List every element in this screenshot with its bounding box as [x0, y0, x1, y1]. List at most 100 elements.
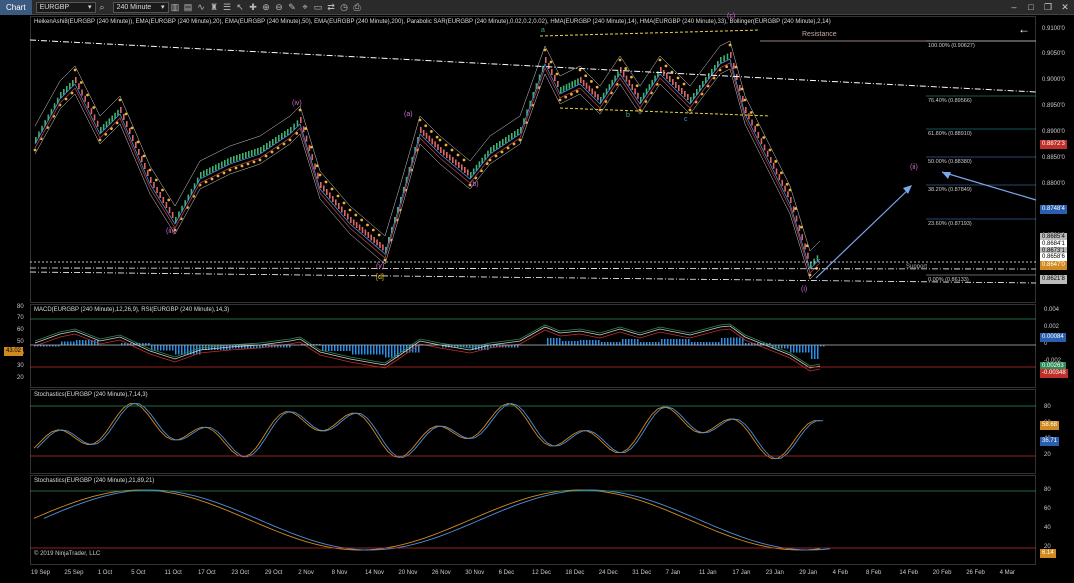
back-arrow-icon[interactable]: ← — [1018, 22, 1030, 36]
candle — [434, 141, 436, 148]
sar-dot — [354, 213, 358, 217]
macd-histogram-bar — [331, 345, 333, 351]
candle — [757, 132, 760, 138]
price-axis-label: 0.9050'0 — [1042, 51, 1065, 57]
macd-histogram-bar — [355, 345, 357, 355]
macd-histogram-bar — [388, 345, 390, 358]
candle — [314, 163, 316, 170]
sar-dot — [780, 171, 783, 175]
sar-dot — [430, 130, 433, 133]
candle — [681, 88, 683, 94]
candle — [420, 127, 422, 133]
candle — [669, 76, 671, 82]
resistance-trendline[interactable] — [29, 39, 1037, 93]
candle — [254, 149, 256, 155]
candle — [499, 141, 501, 147]
candle — [347, 213, 349, 220]
candle — [455, 159, 457, 166]
wave-label-b: b — [626, 112, 630, 119]
candle — [352, 219, 355, 226]
candle — [571, 81, 574, 88]
projection-arrow-1[interactable] — [815, 187, 911, 279]
candle — [443, 149, 445, 156]
candle — [574, 79, 576, 86]
candle — [323, 185, 325, 192]
candle — [171, 212, 174, 218]
candle — [81, 89, 83, 96]
candle — [287, 129, 289, 135]
support-line-2[interactable] — [29, 267, 1037, 270]
sar-dot — [210, 177, 214, 181]
candle — [594, 91, 596, 98]
candle — [209, 167, 211, 174]
candle — [275, 137, 277, 143]
sar-dot — [222, 171, 226, 175]
candle — [218, 163, 220, 169]
candle — [446, 152, 448, 158]
candle — [156, 187, 158, 193]
sar-dot — [618, 58, 622, 62]
macd-histogram-bar — [214, 345, 216, 350]
sar-dot — [246, 162, 250, 166]
candle — [726, 53, 729, 60]
candle — [751, 119, 753, 126]
date-axis-label: 8 Feb — [866, 570, 882, 576]
wave-label-ii: (ii) — [910, 164, 918, 171]
date-axis-label: 11 Oct — [164, 570, 182, 576]
macd-histogram-bar — [670, 339, 672, 346]
candle — [760, 138, 763, 145]
candle — [464, 167, 466, 173]
candle — [490, 147, 492, 153]
macd-value-tag: -0.00348 — [1040, 369, 1068, 378]
macd-histogram-bar — [340, 345, 342, 351]
sar-dot — [688, 108, 692, 112]
candle — [562, 85, 565, 92]
resistance-label: Resistance — [802, 31, 837, 38]
date-axis-label: 26 Nov — [431, 570, 451, 576]
sar-dot — [33, 148, 37, 152]
candle — [260, 147, 262, 153]
macd-histogram-bar — [373, 345, 375, 355]
candle — [281, 133, 283, 139]
sar-dot — [148, 168, 152, 172]
support-line-3[interactable] — [29, 271, 1037, 284]
candle — [585, 82, 588, 89]
date-axis-label: 11 Jan — [699, 570, 717, 576]
candle — [467, 169, 469, 176]
candle — [723, 55, 725, 62]
candle — [493, 145, 495, 151]
candle — [687, 94, 689, 100]
macd-histogram-bar — [172, 345, 174, 351]
macd-histogram-bar — [673, 339, 675, 346]
candle — [367, 232, 370, 238]
macd-histogram-bar — [346, 345, 348, 351]
candle — [141, 156, 143, 162]
rsi-line — [34, 325, 821, 369]
channel-top-line[interactable] — [539, 29, 761, 37]
candle — [200, 172, 202, 178]
projection-arrow-2[interactable] — [941, 171, 1037, 201]
candle — [678, 85, 680, 91]
candle — [778, 174, 781, 181]
candle — [233, 156, 235, 162]
channel-bottom-line[interactable] — [559, 107, 771, 117]
macd-histogram-bar — [664, 339, 666, 346]
sar-dot — [258, 158, 262, 162]
candle — [90, 108, 93, 115]
candle — [449, 154, 451, 161]
macd-histogram-bar — [385, 345, 387, 358]
macd-histogram-bar — [814, 345, 816, 359]
rsi-axis-label: 20 — [17, 375, 24, 381]
price-axis-label: 0.8800'0 — [1042, 181, 1065, 187]
candle — [554, 75, 556, 81]
sar-dot — [92, 106, 96, 109]
candle — [302, 126, 305, 133]
sar-dot — [444, 143, 448, 147]
candle — [508, 135, 510, 141]
macd-histogram-bar — [790, 345, 792, 353]
wave-label-iii: (iii) — [166, 228, 176, 235]
candle — [230, 157, 232, 163]
price-axis-label: 0.8850'0 — [1042, 155, 1065, 161]
macd-histogram-bar — [517, 345, 519, 348]
sar-dot — [564, 95, 568, 99]
